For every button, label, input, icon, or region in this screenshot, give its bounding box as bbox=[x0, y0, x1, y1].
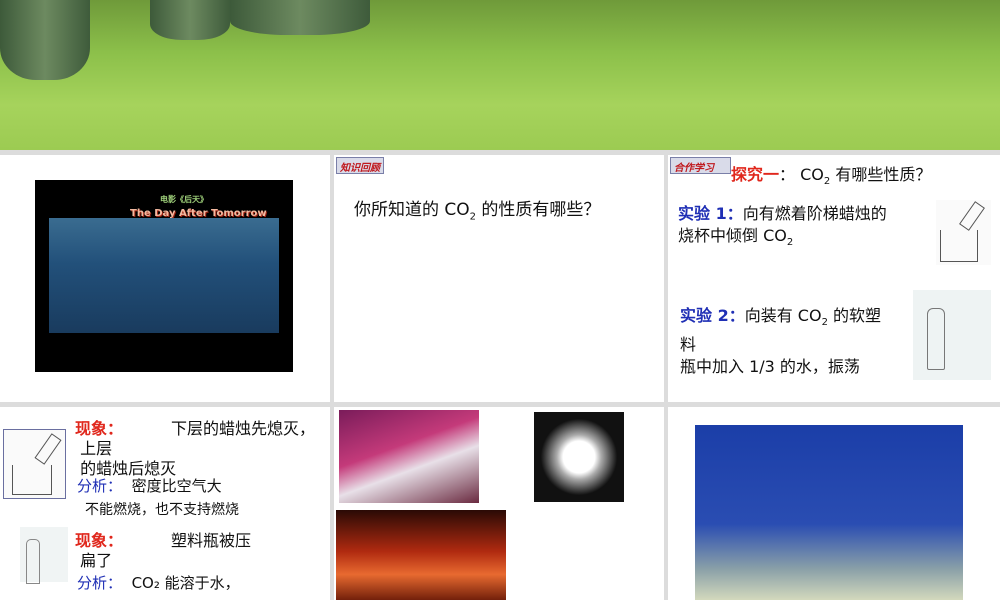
slide-thumbnail-6[interactable] bbox=[668, 407, 1000, 600]
beaker-candle-figure bbox=[936, 200, 991, 265]
ocean-scene bbox=[49, 218, 279, 333]
movie-title-cn: 电影《后天》 bbox=[160, 195, 208, 204]
dry-ice-powder-photo bbox=[695, 425, 963, 600]
section-tag: 合作学习 bbox=[670, 157, 731, 174]
phenomenon-2: 现象： 塑料瓶被压 扁了 bbox=[75, 531, 252, 570]
analysis-1-detail: 不能燃烧，也不支持燃烧 bbox=[85, 502, 239, 518]
analysis-2: 分析： CO₂ 能溶于水， bbox=[77, 574, 240, 592]
stage-performance-photo bbox=[336, 510, 506, 600]
section-tag: 知识回顾 bbox=[336, 157, 384, 174]
tree-trunk bbox=[230, 0, 370, 35]
slide-thumbnail-2[interactable]: 知识回顾 你所知道的 CO2 的性质有哪些？ bbox=[334, 155, 664, 402]
experiment-1: 实验 1：向有燃着阶梯蜡烛的 烧杯中倾倒 CO2 bbox=[678, 204, 887, 249]
header-banner-image bbox=[0, 0, 1000, 150]
bottle-figure bbox=[913, 290, 991, 380]
analysis-1: 分析： 密度比空气大 bbox=[77, 477, 222, 495]
dry-ice-photo bbox=[534, 412, 624, 502]
slide-thumbnail-4[interactable]: 现象： 下层的蜡烛先熄灭， 上层 的蜡烛后熄灭 分析： 密度比空气大 不能燃烧，也… bbox=[0, 407, 330, 600]
movie-video-frame[interactable]: 电影《后天》 The Day After Tomorrow bbox=[35, 180, 293, 372]
tree-trunk bbox=[150, 0, 230, 40]
stage-fog-photo bbox=[339, 410, 479, 503]
tree-trunk bbox=[0, 0, 90, 80]
slide-thumbnail-1[interactable]: 电影《后天》 The Day After Tomorrow bbox=[0, 155, 330, 402]
slide-thumbnail-5[interactable] bbox=[334, 407, 664, 600]
slide-title: 探究一： CO2 有哪些性质？ bbox=[731, 165, 932, 188]
phenomenon-1: 现象： 下层的蜡烛先熄灭， 上层 的蜡烛后熄灭 bbox=[75, 419, 316, 478]
bottle-figure bbox=[20, 527, 68, 584]
beaker-candle-figure bbox=[3, 429, 66, 499]
slide-thumbnail-3[interactable]: 合作学习 探究一： CO2 有哪些性质？ 实验 1：向有燃着阶梯蜡烛的 烧杯中倾倒… bbox=[668, 155, 1000, 402]
experiment-2: 实验 2：向装有 CO2 的软塑料瓶中加入 1/3 的水，振荡 bbox=[680, 306, 882, 377]
question-text: 你所知道的 CO2 的性质有哪些？ bbox=[354, 200, 601, 223]
